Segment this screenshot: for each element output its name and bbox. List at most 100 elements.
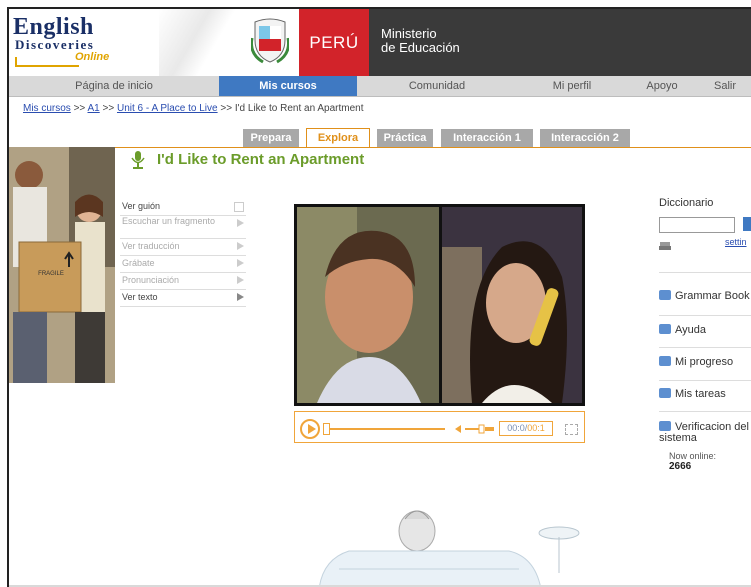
sidebar-item-help[interactable]: Ayuda	[659, 324, 706, 336]
menu-item-label: Ver guión	[122, 201, 161, 211]
menu-item-record[interactable]: Grábate	[120, 256, 246, 273]
video-player[interactable]	[294, 204, 585, 406]
menu-item-translation[interactable]: Ver traducción	[120, 239, 246, 256]
breadcrumb-unit[interactable]: Unit 6 - A Place to Live	[117, 103, 218, 114]
microphone-icon	[131, 151, 145, 169]
dictionary-search-button[interactable]	[743, 217, 751, 231]
breadcrumb-separator: >>	[102, 103, 115, 114]
breadcrumb-current: I'd Like to Rent an Apartment	[234, 103, 364, 114]
lesson-tools-menu: Ver guión Escuchar un fragmento Ver trad…	[120, 199, 246, 307]
logo-line1: English	[13, 14, 94, 40]
breadcrumb-level[interactable]: A1	[88, 103, 100, 114]
sofa-illustration	[318, 510, 580, 587]
dictionary-label: Diccionario	[659, 197, 714, 209]
time-display: 00:0/00:1	[499, 421, 553, 436]
svg-text:FRAGILE: FRAGILE	[38, 271, 64, 277]
divider	[659, 272, 751, 273]
right-sidebar: Diccionario settin Grammar Book Ayuda Mi…	[659, 197, 751, 472]
nav-home[interactable]: Página de inicio	[9, 76, 219, 96]
tabs-underline	[9, 147, 751, 148]
menu-item-script[interactable]: Ver guión	[120, 199, 246, 216]
ministry-line1: Ministerio	[381, 26, 437, 41]
duration: 00:1	[527, 423, 545, 433]
sidebar-item-label: Ayuda	[675, 324, 706, 336]
sidebar-item-system-check[interactable]: Verificacion del sistema	[659, 421, 751, 444]
tab-interaccion-2[interactable]: Interacción 2	[540, 129, 630, 147]
sidebar-item-label: Grammar Book	[675, 290, 750, 302]
tab-prepara[interactable]: Prepara	[243, 129, 299, 147]
nav-community[interactable]: Comunidad	[357, 76, 517, 96]
woman-video-still	[442, 207, 582, 403]
nav-logout[interactable]: Salir	[697, 76, 751, 96]
sidebar-item-label: Mi progreso	[675, 356, 734, 368]
nav-my-courses[interactable]: Mis cursos	[219, 76, 357, 96]
dictionary-settings-link[interactable]: settin	[725, 237, 747, 247]
tab-practica[interactable]: Práctica	[377, 129, 433, 147]
menu-item-label: Ver texto	[122, 292, 158, 302]
lesson-tabs: Prepara Explora Práctica Interacción 1 I…	[9, 127, 751, 147]
peru-coat-of-arms-icon	[251, 18, 289, 64]
play-icon[interactable]	[300, 419, 320, 439]
people-moving-photo: FRAGILE	[9, 147, 115, 383]
play-arrow-icon	[237, 259, 244, 267]
nav-support[interactable]: Apoyo	[627, 76, 697, 96]
current-time: 00:0	[507, 423, 525, 433]
english-discoveries-logo[interactable]: English Discoveries Online	[13, 15, 133, 73]
man-video-still	[297, 207, 439, 403]
sidebar-item-progress[interactable]: Mi progreso	[659, 356, 733, 368]
online-users: Now online: 2666	[669, 451, 716, 472]
main-nav: Página de inicio Mis cursos Comunidad Mi…	[9, 76, 751, 97]
movers-illustration: FRAGILE	[9, 147, 115, 383]
peru-brand: PERÚ	[299, 9, 369, 76]
header: English Discoveries Online PERÚ Minister…	[9, 9, 751, 76]
play-arrow-icon	[237, 219, 244, 227]
ministry-banner: Ministerio de Educación	[369, 9, 751, 76]
progress-handle[interactable]	[323, 423, 330, 435]
menu-item-view-text[interactable]: Ver texto	[120, 290, 246, 307]
divider	[659, 315, 751, 316]
menu-item-label: Escuchar un fragmento	[122, 216, 216, 226]
video-frame-right	[442, 207, 582, 403]
logo-bracket	[15, 57, 79, 67]
play-arrow-icon	[237, 276, 244, 284]
progress-icon	[659, 356, 671, 366]
dictionary-input[interactable]	[659, 217, 735, 233]
book-icon	[659, 290, 671, 300]
breadcrumb-separator: >>	[220, 103, 233, 114]
nav-my-profile[interactable]: Mi perfil	[517, 76, 627, 96]
tab-explora[interactable]: Explora	[306, 128, 370, 147]
progress-track[interactable]	[327, 428, 445, 430]
checkbox-icon[interactable]	[234, 202, 244, 212]
menu-item-label: Grábate	[122, 258, 155, 268]
header-decoration	[159, 9, 249, 76]
ministry-line2: de Educación	[381, 40, 460, 55]
volume-icon[interactable]	[455, 424, 495, 434]
divider	[659, 380, 751, 381]
play-arrow-icon	[237, 242, 244, 250]
menu-item-pronunciation[interactable]: Pronunciación	[120, 273, 246, 290]
logo-line2: Discoveries	[15, 37, 95, 52]
tab-interaccion-1[interactable]: Interacción 1	[441, 129, 533, 147]
play-arrow-icon	[237, 293, 244, 301]
menu-item-listen-fragment[interactable]: Escuchar un fragmento	[120, 216, 246, 239]
breadcrumb-separator: >>	[73, 103, 86, 114]
divider	[659, 411, 751, 412]
app-frame: English Discoveries Online PERÚ Minister…	[7, 7, 751, 587]
help-icon	[659, 324, 671, 334]
sidebar-item-tasks[interactable]: Mis tareas	[659, 388, 726, 400]
breadcrumb-my-courses[interactable]: Mis cursos	[23, 103, 71, 114]
player-controls: 00:0/00:1	[294, 411, 585, 443]
sidebar-item-grammar-book[interactable]: Grammar Book	[659, 290, 750, 302]
breadcrumb: Mis cursos >> A1 >> Unit 6 - A Place to …	[23, 103, 364, 114]
video-frame-left	[297, 207, 439, 403]
menu-item-label: Ver traducción	[122, 241, 180, 251]
menu-item-label: Pronunciación	[122, 275, 180, 285]
divider	[659, 347, 751, 348]
sidebar-item-label: Verificacion del sistema	[659, 421, 749, 444]
lesson-title: I'd Like to Rent an Apartment	[157, 151, 365, 168]
online-count: 2666	[669, 461, 692, 472]
online-label: Now online:	[669, 451, 717, 461]
logo-line3: Online	[75, 51, 110, 63]
fullscreen-icon[interactable]	[565, 424, 578, 435]
books-icon	[659, 242, 671, 250]
